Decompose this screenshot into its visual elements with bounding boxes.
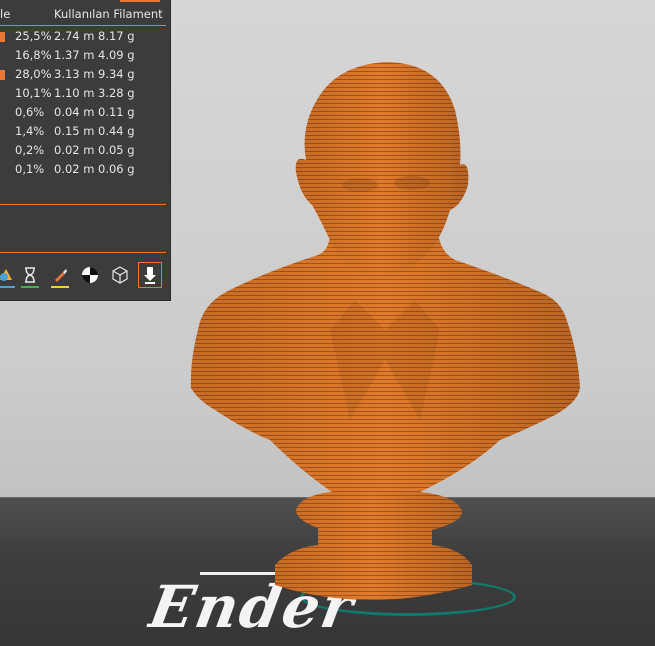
color-swatch (0, 70, 5, 80)
legend-percent: 0,2% (15, 143, 45, 157)
legend-panel: le Kullanılan Filament 25,5% 2.74 m 8.17 g… (0, 0, 171, 301)
download-arrow-icon (144, 267, 156, 284)
layer-time-button[interactable] (18, 262, 42, 288)
legend-weight: 8.17 g (98, 29, 135, 43)
legend-percent: 25,5% (15, 29, 52, 43)
export-button[interactable] (138, 262, 162, 288)
legend-row: 0,6% 0.04 m 0.11 g (0, 105, 170, 123)
legend-row: 25,5% 2.74 m 8.17 g (0, 29, 170, 47)
legend-length: 3.13 m (54, 67, 95, 81)
legend-length: 1.37 m (54, 48, 95, 62)
legend-percent: 28,0% (15, 67, 52, 81)
active-underline (51, 286, 69, 288)
color-swatch (0, 32, 5, 42)
legend-percent: 10,1% (15, 86, 52, 100)
legend-length: 0.02 m (54, 162, 95, 176)
paint-brush-icon (55, 269, 67, 282)
legend-weight: 0.11 g (98, 105, 135, 119)
active-underline (21, 286, 39, 288)
panel-accent (120, 0, 160, 2)
legend-weight: 0.44 g (98, 124, 135, 138)
legend-weight: 9.34 g (98, 67, 135, 81)
legend-row: 1,4% 0.15 m 0.44 g (0, 124, 170, 142)
legend-length: 0.04 m (54, 105, 95, 119)
color-scheme-icon (0, 269, 12, 281)
divider (0, 252, 166, 253)
legend-row: 0,1% 0.02 m 0.06 g (0, 162, 170, 180)
legend-percent: 0,6% (15, 105, 45, 119)
wireframe-cube-icon (112, 266, 128, 284)
active-underline (0, 286, 15, 288)
legend-row: 16,8% 1.37 m 4.09 g (0, 48, 170, 66)
legend-weight: 0.06 g (98, 162, 135, 176)
legend-header: le Kullanılan Filament (0, 7, 170, 23)
legend-weight: 3.28 g (98, 86, 135, 100)
legend-row: 0,2% 0.02 m 0.05 g (0, 143, 170, 161)
col-header-partial: le (0, 7, 11, 21)
legend-row: 28,0% 3.13 m 9.34 g (0, 67, 170, 85)
col-header-filament: Kullanılan Filament (54, 7, 163, 21)
bust-base (275, 492, 472, 600)
legend-weight: 4.09 g (98, 48, 135, 62)
legend-percent: 1,4% (15, 124, 45, 138)
legend-weight: 0.05 g (98, 143, 135, 157)
wireframe-button[interactable] (108, 262, 132, 288)
center-view-button[interactable] (78, 262, 102, 288)
paint-button[interactable] (48, 262, 72, 288)
legend-row: 10,1% 1.10 m 3.28 g (0, 86, 170, 104)
legend-percent: 0,1% (15, 162, 45, 176)
legend-length: 1.10 m (54, 86, 95, 100)
legend-percent: 16,8% (15, 48, 52, 62)
center-target-icon (82, 267, 98, 283)
bust-head (295, 62, 469, 279)
divider (0, 204, 166, 205)
view-toolbar (0, 262, 170, 290)
legend-length: 0.02 m (54, 143, 95, 157)
legend-length: 2.74 m (54, 29, 95, 43)
legend-length: 0.15 m (54, 124, 95, 138)
color-scheme-button[interactable] (0, 262, 18, 288)
header-divider (0, 25, 166, 26)
hourglass-icon (25, 267, 35, 283)
